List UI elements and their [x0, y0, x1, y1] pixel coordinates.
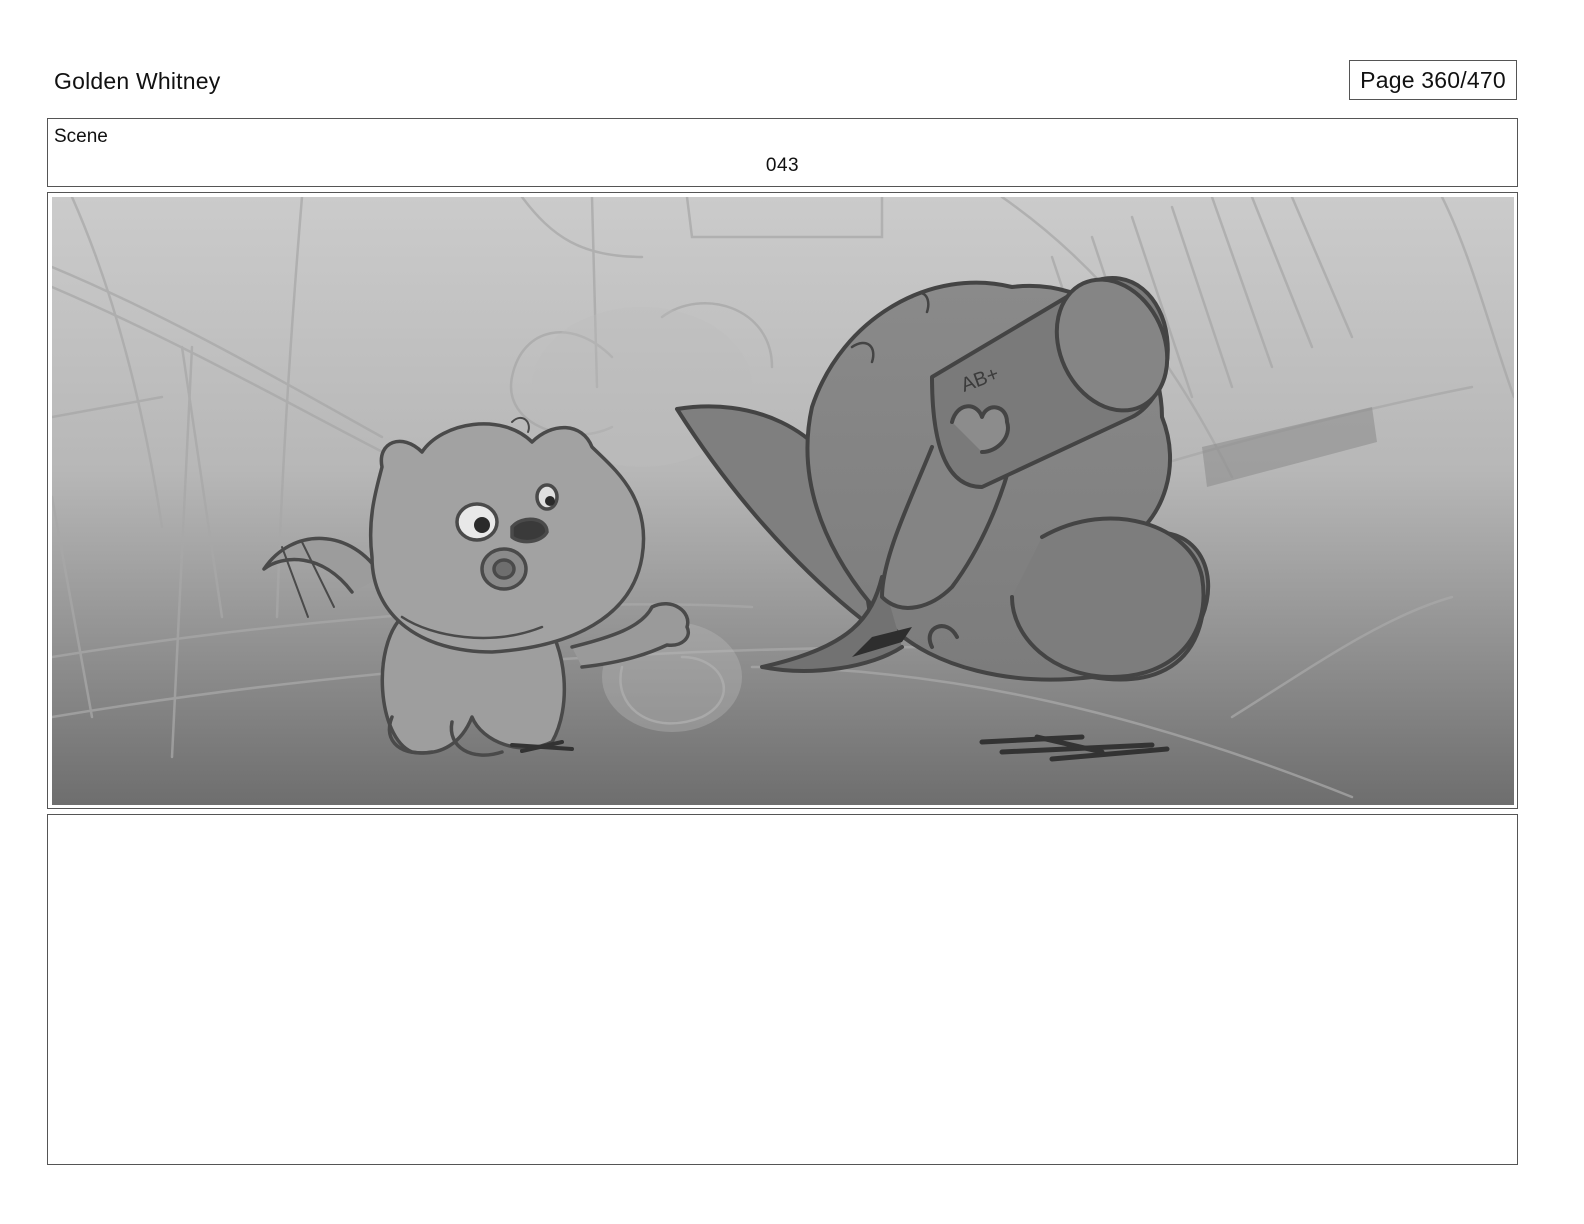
storyboard-panel: AB+: [47, 192, 1518, 809]
notes-area: [47, 814, 1518, 1165]
project-title: Golden Whitney: [54, 68, 221, 94]
scene-label: Scene: [54, 126, 108, 147]
storyboard-sketch: AB+: [52, 197, 1514, 805]
scene-header: Scene 043: [47, 118, 1518, 187]
page-number: Page 360/470: [1349, 60, 1517, 100]
scene-number: 043: [765, 155, 800, 176]
